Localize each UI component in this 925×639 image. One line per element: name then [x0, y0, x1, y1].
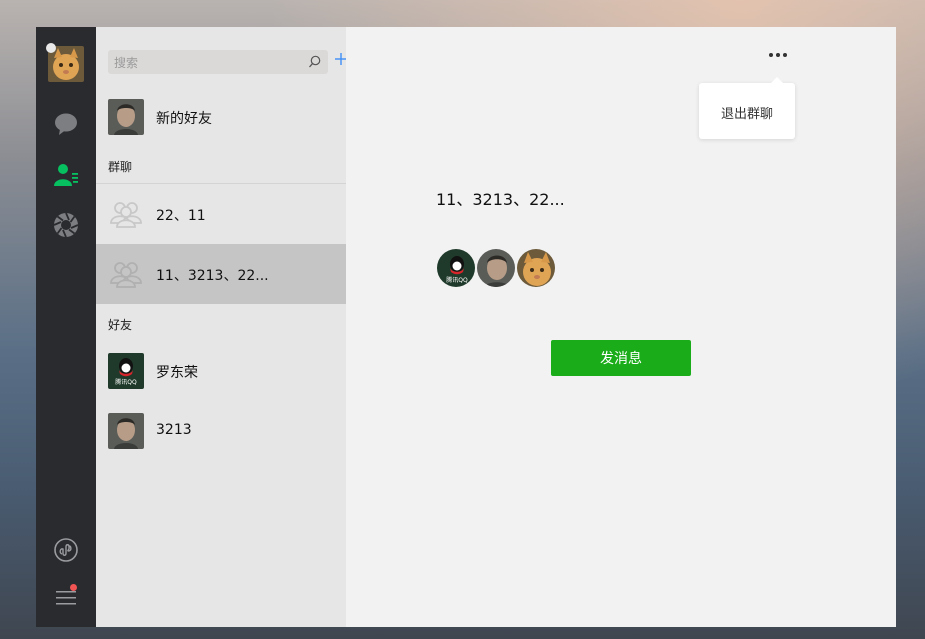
nav-menu-button[interactable]	[51, 582, 81, 612]
member-avatar[interactable]: 腾讯QQ	[436, 248, 476, 288]
moments-icon	[53, 212, 79, 238]
qq-badge-text: 腾讯QQ	[446, 276, 468, 284]
member-avatars: 腾讯QQ	[436, 248, 576, 288]
list-item-new-friends[interactable]: 新的好友	[96, 87, 346, 147]
group-avatar-icon	[108, 196, 144, 232]
contacts-list-panel: 新的好友 群聊 22、11	[96, 27, 347, 627]
avatar	[108, 413, 144, 449]
nav-mini-program-button[interactable]	[51, 535, 81, 565]
avatar: 腾讯QQ	[108, 353, 144, 389]
nav-moments-button[interactable]	[51, 210, 81, 240]
search-input[interactable]	[108, 50, 306, 76]
list-item-label: 11、3213、22...	[156, 268, 269, 284]
leave-group-menu-item[interactable]: 退出群聊	[699, 103, 795, 122]
nav-contacts-button[interactable]	[51, 160, 81, 190]
section-title-friends: 好友	[108, 318, 133, 332]
section-title-groups: 群聊	[108, 160, 133, 174]
nav-sidebar	[36, 27, 96, 627]
app-window: 新的好友 群聊 22、11	[36, 27, 896, 627]
qq-badge-text: 腾讯QQ	[115, 378, 137, 386]
group-detail-panel: 退出群聊 11、3213、22... 腾讯QQ 发消息	[346, 27, 896, 627]
contacts-icon	[54, 164, 78, 186]
more-icon[interactable]	[766, 45, 790, 65]
avatar	[108, 99, 144, 135]
mini-program-icon	[54, 538, 78, 562]
chat-icon	[55, 113, 77, 135]
status-dot	[46, 43, 56, 53]
list-item-label: 新的好友	[156, 111, 212, 127]
group-avatar-icon	[108, 256, 144, 292]
list-item-group-selected[interactable]: 11、3213、22...	[96, 244, 346, 304]
list-item-label: 22、11	[156, 208, 206, 224]
group-name: 11、3213、22...	[436, 190, 565, 209]
list-item-friend[interactable]: 腾讯QQ 罗东荣	[96, 341, 346, 401]
member-avatar[interactable]	[516, 248, 556, 288]
search-box	[108, 50, 328, 76]
send-message-button[interactable]: 发消息	[551, 340, 691, 376]
list-item-label: 罗东荣	[156, 365, 198, 381]
list-item-group[interactable]: 22、11	[96, 184, 346, 244]
notification-badge	[70, 584, 77, 591]
nav-chat-button[interactable]	[51, 109, 81, 139]
leave-group-menu: 退出群聊	[699, 77, 795, 139]
list-item-friend[interactable]: 3213	[96, 401, 346, 461]
list-item-label: 3213	[156, 422, 192, 438]
member-avatar[interactable]	[476, 248, 516, 288]
search-icon[interactable]	[308, 55, 322, 69]
